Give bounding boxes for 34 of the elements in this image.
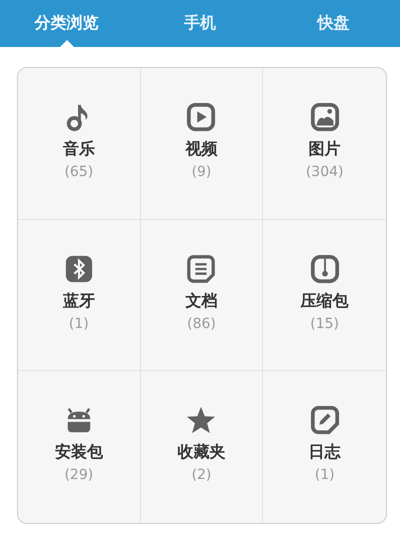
category-tile[interactable]: 收藏夹 (2) — [140, 371, 264, 523]
item-count: (1) — [314, 467, 335, 484]
item-count: (65) — [64, 164, 94, 180]
category-tile[interactable]: 图片 (304) — [263, 68, 386, 220]
category-label: 文档 — [185, 290, 218, 312]
bluetooth-icon — [64, 254, 94, 284]
category-tile[interactable]: 音乐 (65) — [18, 68, 141, 220]
category-tile[interactable]: 文档 (86) — [140, 220, 264, 372]
category-label: 图片 — [308, 139, 341, 160]
item-count: (15) — [310, 316, 340, 332]
category-tile[interactable]: 日志 (1) — [263, 371, 386, 523]
edit-icon — [310, 405, 340, 436]
zipper-icon — [310, 254, 340, 284]
category-label: 音乐 — [62, 139, 95, 160]
category-label: 视频 — [185, 139, 218, 160]
category-label: 安装包 — [54, 442, 103, 464]
category-tile[interactable]: 安装包 (29) — [18, 371, 141, 523]
category-label: 压缩包 — [300, 290, 349, 312]
category-label: 收藏夹 — [177, 442, 226, 464]
category-tile[interactable]: 压缩包 (15) — [263, 220, 386, 372]
star-icon — [186, 405, 216, 436]
item-count: (304) — [306, 164, 344, 180]
category-tile[interactable]: 视频 (9) — [140, 68, 264, 220]
item-count: (86) — [187, 316, 216, 332]
item-count: (29) — [64, 467, 94, 484]
item-count: (2) — [192, 467, 212, 484]
play-icon — [186, 102, 216, 132]
category-tile[interactable]: 蓝牙 (1) — [18, 220, 141, 372]
category-label: 日志 — [308, 442, 341, 464]
document-icon — [186, 254, 216, 284]
image-icon — [310, 102, 340, 132]
item-count: (9) — [192, 164, 212, 180]
category-label: 蓝牙 — [62, 290, 95, 312]
item-count: (1) — [68, 316, 89, 332]
